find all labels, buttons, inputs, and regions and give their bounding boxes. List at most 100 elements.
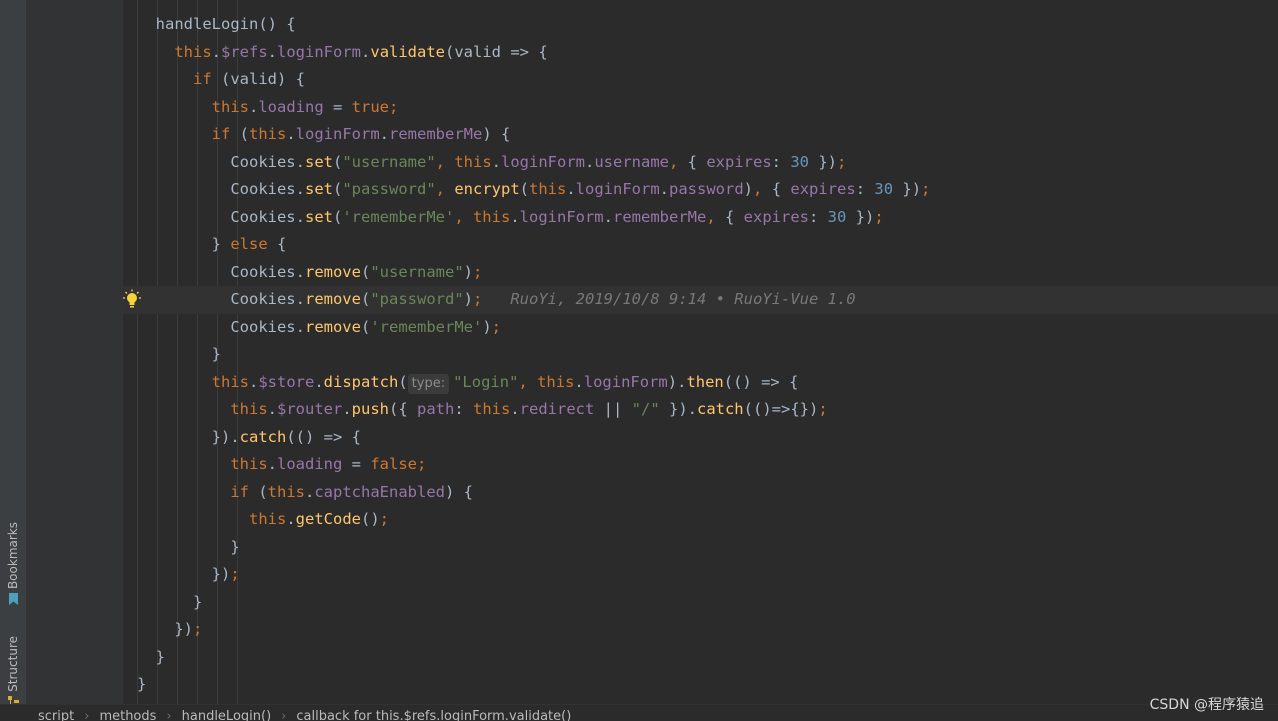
breadcrumb-item[interactable]: methods xyxy=(99,709,156,721)
code-token: ( xyxy=(332,180,343,198)
structure-tab[interactable]: Structure xyxy=(2,636,24,708)
code-text[interactable]: Cookies.remove("password"); RuoYi, 2019/… xyxy=(137,286,855,314)
code-line[interactable]: 134 if (this.loginForm.rememberMe) { xyxy=(123,121,1278,149)
code-text[interactable]: Cookies.remove('rememberMe'); xyxy=(137,314,501,342)
code-token: } xyxy=(137,345,221,363)
code-token: ( xyxy=(519,180,529,198)
code-line[interactable]: 151 } xyxy=(123,589,1278,617)
code-token: ( xyxy=(239,125,249,143)
code-text[interactable]: if (valid) { xyxy=(137,66,305,94)
code-text[interactable]: if (this.loginForm.rememberMe) { xyxy=(137,121,511,149)
code-text[interactable]: this.loading = true; xyxy=(137,94,399,122)
code-token: ( xyxy=(332,207,343,226)
code-token: (valid) { xyxy=(221,70,305,88)
code-line[interactable]: 150 }); xyxy=(123,561,1278,589)
code-token: "password" xyxy=(342,180,436,198)
code-text[interactable]: } xyxy=(137,671,146,699)
code-text[interactable]: this.$store.dispatch(type: "Login", this.… xyxy=(137,369,798,397)
code-line[interactable]: 152 }); xyxy=(123,616,1278,644)
code-text[interactable]: }).catch(() => { xyxy=(137,424,361,452)
code-text[interactable]: this.loading = false; xyxy=(137,451,426,479)
code-token: ) { xyxy=(482,125,511,143)
code-token: password xyxy=(669,180,744,198)
code-line[interactable]: 132 if (valid) { xyxy=(123,66,1278,94)
code-token: ; xyxy=(379,510,389,528)
code-line[interactable]: 138 } else { xyxy=(123,231,1278,259)
code-token: captchaEnabled xyxy=(314,482,445,501)
code-line[interactable]: 131 this.$refs.loginForm.validate(valid … xyxy=(123,39,1278,67)
code-token: Cookies. xyxy=(137,207,305,226)
code-text[interactable]: this.$refs.loginForm.validate(valid => { xyxy=(137,39,547,67)
code-token: (() => { xyxy=(723,372,799,391)
code-line[interactable]: 140 Cookies.remove("password"); RuoYi, 2… xyxy=(123,286,1278,314)
code-line[interactable]: 148 this.getCode(); xyxy=(123,506,1278,534)
code-token: . xyxy=(211,42,221,61)
code-line[interactable]: 144 this.$router.push({ path: this.redir… xyxy=(123,396,1278,424)
code-token: then xyxy=(686,372,724,391)
code-line[interactable]: 142 } xyxy=(123,341,1278,369)
code-text[interactable]: } xyxy=(137,589,202,617)
code-text[interactable]: Cookies.set('rememberMe', this.loginForm… xyxy=(137,204,884,232)
code-text[interactable]: }); xyxy=(137,561,240,589)
code-token: $refs xyxy=(221,42,268,61)
code-line[interactable]: 141 Cookies.remove('rememberMe'); xyxy=(123,314,1278,342)
parameter-hint: type: xyxy=(407,373,450,394)
code-token: { xyxy=(277,235,287,253)
code-text[interactable]: Cookies.set("password", encrypt(this.log… xyxy=(137,176,930,204)
code-token: } xyxy=(137,235,231,253)
code-token: }) xyxy=(846,207,875,226)
code-text[interactable]: } xyxy=(137,644,165,672)
code-line[interactable]: 135 Cookies.set("username", this.loginFo… xyxy=(123,149,1278,177)
code-token: ; xyxy=(230,565,240,583)
code-token: this xyxy=(137,400,268,418)
code-editor[interactable]: 130 handleLogin() {131 this.$refs.loginF… xyxy=(123,0,1278,704)
code-token: ( xyxy=(398,372,408,391)
code-token: 30 xyxy=(790,152,810,171)
code-token: { xyxy=(687,152,707,171)
code-token: ; xyxy=(874,207,884,226)
code-text[interactable]: Cookies.set("username", this.loginForm.u… xyxy=(137,149,846,177)
code-line[interactable]: 139 Cookies.remove("username"); xyxy=(123,259,1278,287)
code-token: ; xyxy=(193,620,203,638)
code-text[interactable]: } xyxy=(137,341,221,369)
code-text[interactable]: }); xyxy=(137,616,202,644)
code-line[interactable]: 136 Cookies.set("password", encrypt(this… xyxy=(123,176,1278,204)
code-text[interactable]: } else { xyxy=(137,231,287,259)
code-line[interactable]: 147 if (this.captchaEnabled) { xyxy=(123,479,1278,507)
code-line[interactable]: 145 }).catch(() => { xyxy=(123,424,1278,452)
code-token: set xyxy=(304,207,333,226)
code-token: if xyxy=(137,482,259,501)
code-line[interactable]: 130 handleLogin() { xyxy=(123,11,1278,39)
editor-gutter xyxy=(27,0,123,704)
code-line[interactable]: 143 this.$store.dispatch(type:"Login", t… xyxy=(123,369,1278,397)
breadcrumb-item[interactable]: callback for this.$refs.loginForm.valida… xyxy=(296,709,571,721)
code-line[interactable]: 137 Cookies.set('rememberMe', this.login… xyxy=(123,204,1278,232)
code-token: , this xyxy=(454,207,511,226)
code-token: dispatch xyxy=(323,372,399,391)
code-text[interactable]: handleLogin() { xyxy=(137,11,296,39)
code-text[interactable]: } xyxy=(137,534,239,562)
breadcrumb-item[interactable]: handleLogin() xyxy=(182,709,272,721)
code-token: Cookies. xyxy=(137,290,305,308)
code-text[interactable]: Cookies.remove("username"); xyxy=(137,259,482,287)
code-line[interactable]: 146 this.loading = false; xyxy=(123,451,1278,479)
code-token: Cookies. xyxy=(137,152,305,171)
code-token: this xyxy=(529,180,567,198)
bookmarks-tab[interactable]: Bookmarks xyxy=(2,522,24,606)
breadcrumb-item[interactable]: script xyxy=(38,709,74,721)
code-token: this xyxy=(137,510,287,528)
code-token: this xyxy=(137,97,249,116)
code-line[interactable]: 133 this.loading = true; xyxy=(123,94,1278,122)
code-text[interactable]: this.$router.push({ path: this.redirect … xyxy=(137,396,827,424)
code-token: remove xyxy=(304,262,361,281)
code-line[interactable]: 154} xyxy=(123,671,1278,699)
code-line[interactable]: 149 } xyxy=(123,534,1278,562)
code-token: loginForm xyxy=(295,125,380,143)
code-token: . xyxy=(286,510,296,528)
code-token: (()=>{}) xyxy=(743,400,819,418)
code-token: 'rememberMe' xyxy=(370,317,483,336)
code-text[interactable]: this.getCode(); xyxy=(137,506,389,534)
code-line[interactable]: 153 } xyxy=(123,644,1278,672)
code-text[interactable]: if (this.captchaEnabled) { xyxy=(137,479,473,507)
code-token: push xyxy=(351,400,389,418)
